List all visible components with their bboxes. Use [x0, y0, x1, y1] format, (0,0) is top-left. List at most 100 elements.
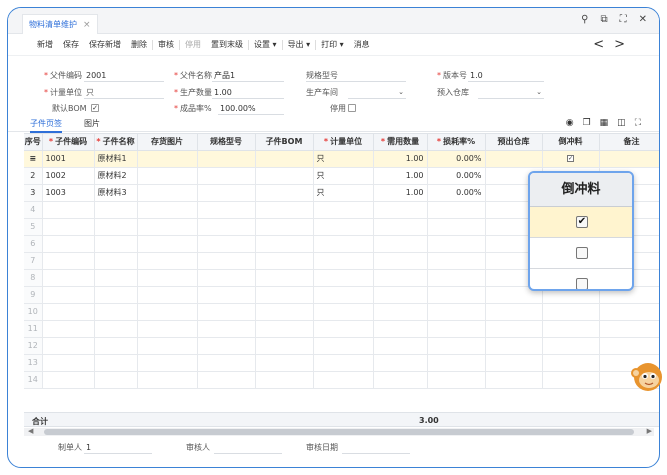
grid-cell[interactable] [485, 337, 543, 355]
grid-cell[interactable] [427, 218, 486, 236]
copy-icon[interactable]: ❐ [583, 118, 591, 128]
grid-cell[interactable] [373, 218, 428, 236]
grid-cell[interactable] [427, 252, 486, 270]
grid-cell[interactable] [197, 235, 256, 253]
grid-cell[interactable] [427, 337, 486, 355]
close-icon[interactable]: ✕ [639, 14, 647, 25]
spec-field[interactable] [306, 69, 406, 82]
table-row[interactable]: 14 [24, 371, 659, 389]
tab-components[interactable]: 子件页签 [30, 118, 62, 133]
table-row[interactable]: 12 [24, 337, 659, 355]
grid-cell[interactable] [485, 303, 543, 321]
row-number-cell[interactable]: 8 [24, 269, 43, 287]
grid-cell[interactable] [42, 371, 95, 389]
row-number-cell[interactable]: 13 [24, 354, 43, 372]
yield-field[interactable]: 100.00% [218, 102, 284, 115]
grid-cell[interactable] [137, 320, 198, 338]
component-name-cell[interactable]: 原材料2 [94, 167, 138, 185]
grid-cell[interactable] [485, 320, 543, 338]
grid-cell[interactable] [313, 286, 374, 304]
monkey-mascot-icon[interactable] [622, 357, 662, 397]
component-name-cell[interactable]: 原材料1 [94, 150, 138, 168]
row-number-cell[interactable]: 12 [24, 337, 43, 355]
message-button[interactable]: 消息 [349, 39, 375, 50]
spec-model-cell[interactable] [197, 150, 256, 168]
outbound-warehouse-cell[interactable] [485, 150, 543, 168]
grid-cell[interactable] [197, 320, 256, 338]
grid-cell[interactable] [42, 218, 95, 236]
table-row[interactable]: 13 [24, 354, 659, 372]
row-edit-icon[interactable]: ≡ [29, 154, 36, 163]
spec-model-cell[interactable] [197, 184, 256, 202]
grid-cell[interactable] [197, 252, 256, 270]
column-header-remark[interactable]: 备注 [599, 134, 659, 151]
grid-cell[interactable] [94, 303, 138, 321]
grid-cell[interactable] [313, 371, 374, 389]
grid-cell[interactable] [313, 252, 374, 270]
grid-cell[interactable] [373, 320, 428, 338]
version-field[interactable]: 1.0 [468, 69, 544, 82]
grid-cell[interactable] [485, 354, 543, 372]
grid-cell[interactable] [427, 286, 486, 304]
qty-field[interactable]: 1.00 [212, 86, 284, 99]
grid-cell[interactable] [197, 286, 256, 304]
next-record-icon[interactable]: > [614, 37, 625, 52]
grid-cell[interactable] [42, 235, 95, 253]
grid-cell[interactable] [197, 201, 256, 219]
parent-code-field[interactable]: 2001 [84, 69, 164, 82]
column-header-unit[interactable]: * 计量单位 [313, 134, 374, 151]
grid-cell[interactable] [42, 252, 95, 270]
backflush-checkbox[interactable]: ✓ [567, 155, 574, 162]
required-qty-cell[interactable]: 1.00 [373, 184, 428, 202]
grid-cell[interactable] [42, 286, 95, 304]
grid-cell[interactable] [42, 269, 95, 287]
row-number-cell[interactable]: 3 [24, 184, 43, 202]
loss-rate-cell[interactable]: 0.00% [427, 184, 486, 202]
row-number-cell[interactable]: 11 [24, 320, 43, 338]
grid-cell[interactable] [255, 218, 314, 236]
table-row[interactable]: ≡ 1001 原材料1 只 1.00 0.00% ✓ [24, 150, 659, 168]
grid-cell[interactable] [255, 286, 314, 304]
remark-cell[interactable] [599, 150, 659, 168]
grid-cell[interactable] [599, 303, 659, 321]
prev-record-icon[interactable]: < [593, 37, 604, 52]
table-row[interactable]: 10 [24, 303, 659, 321]
fullscreen-icon[interactable]: ⛶ [635, 118, 641, 128]
disable-button[interactable]: 停用 [180, 39, 206, 50]
grid-cell[interactable] [373, 303, 428, 321]
horizontal-scrollbar[interactable]: ◀ ▶ [24, 427, 654, 436]
grid-cell[interactable] [427, 201, 486, 219]
grid-cell[interactable] [313, 303, 374, 321]
save-and-new-button[interactable]: 保存新增 [84, 39, 126, 50]
grid-cell[interactable] [94, 320, 138, 338]
grid-cell[interactable] [427, 371, 486, 389]
expand-icon[interactable]: ⛶ [620, 14, 627, 25]
grid-cell[interactable] [313, 201, 374, 219]
backflush-checkbox[interactable] [576, 278, 588, 289]
grid-cell[interactable] [427, 235, 486, 253]
settings-dropdown[interactable]: 设置 ▾ [249, 39, 282, 50]
grid-cell[interactable] [313, 218, 374, 236]
grid-cell[interactable] [599, 320, 659, 338]
grid-cell[interactable] [313, 320, 374, 338]
grid-cell[interactable] [255, 303, 314, 321]
grid-cell[interactable] [197, 218, 256, 236]
grid-cell[interactable] [42, 303, 95, 321]
grid-cell[interactable] [42, 201, 95, 219]
grid-cell[interactable] [255, 354, 314, 372]
grid-cell[interactable] [197, 354, 256, 372]
grid-cell[interactable] [94, 201, 138, 219]
row-number-cell[interactable]: ≡ [24, 150, 43, 168]
column-header-component-code[interactable]: * 子件编码 [42, 134, 95, 151]
grid-cell[interactable] [137, 371, 198, 389]
grid-cell[interactable] [313, 235, 374, 253]
grid-cell[interactable] [255, 201, 314, 219]
locate-icon[interactable]: ◉ [566, 118, 574, 128]
column-header-required-qty[interactable]: * 需用数量 [373, 134, 428, 151]
grid-cell[interactable] [94, 218, 138, 236]
unit-cell[interactable]: 只 [313, 184, 374, 202]
component-code-cell[interactable]: 1001 [42, 150, 95, 168]
default-bom-checkbox[interactable]: ✓ [91, 104, 99, 112]
scroll-right-icon[interactable]: ▶ [647, 427, 652, 435]
grid-cell[interactable] [94, 235, 138, 253]
